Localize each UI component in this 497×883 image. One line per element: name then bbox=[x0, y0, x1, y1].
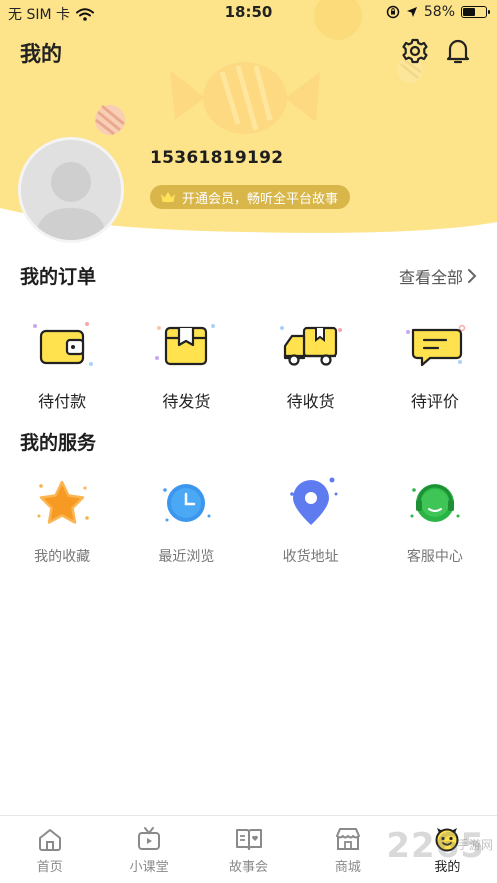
tab-stories-label: 故事会 bbox=[229, 860, 269, 875]
service-favorites[interactable]: 我的收藏 bbox=[0, 476, 124, 566]
shop-icon bbox=[335, 828, 360, 850]
crown-icon bbox=[161, 192, 175, 202]
vip-text: 开通会员，畅听全平台故事 bbox=[182, 191, 339, 207]
vip-membership-button[interactable]: 开通会员，畅听全平台故事 bbox=[150, 185, 351, 209]
bell-icon[interactable] bbox=[443, 36, 473, 66]
battery-icon bbox=[461, 6, 490, 18]
rotation-lock-icon bbox=[386, 5, 400, 19]
order-pending-review-label: 待评价 bbox=[410, 392, 459, 411]
services-grid: 我的收藏 最近浏览 收货地址 客服中心 bbox=[0, 476, 497, 566]
order-pending-review[interactable]: 待评价 bbox=[373, 318, 497, 412]
tab-home[interactable]: 首页 bbox=[0, 816, 99, 883]
tab-shop-label: 商城 bbox=[334, 860, 361, 875]
tab-mine-label: 我的 bbox=[434, 860, 461, 875]
location-pin-icon bbox=[289, 477, 338, 525]
page-title: 我的 bbox=[20, 42, 62, 66]
service-address[interactable]: 收货地址 bbox=[249, 476, 373, 566]
order-pending-shipment-label: 待发货 bbox=[162, 392, 211, 411]
star-icon bbox=[37, 480, 89, 524]
tab-classroom[interactable]: 小课堂 bbox=[99, 816, 198, 883]
order-pending-receipt[interactable]: 待收货 bbox=[249, 318, 373, 412]
tab-mine[interactable]: 我的 bbox=[398, 816, 497, 883]
view-all-label: 查看全部 bbox=[398, 268, 463, 287]
status-right: 58% bbox=[386, 4, 490, 20]
avatar[interactable] bbox=[18, 137, 124, 243]
order-pending-payment-label: 待付款 bbox=[38, 392, 87, 411]
clock-icon bbox=[163, 484, 211, 522]
tab-shop[interactable]: 商城 bbox=[298, 816, 397, 883]
comment-icon bbox=[405, 324, 466, 367]
battery-fill bbox=[463, 8, 475, 16]
services-section-title: 我的服务 bbox=[20, 432, 97, 454]
default-avatar-icon bbox=[21, 140, 121, 240]
view-all-orders-link[interactable]: 查看全部 bbox=[399, 264, 477, 288]
bottom-tab-bar: 首页 小课堂 故事会 商城 我的 bbox=[0, 815, 497, 883]
truck-icon bbox=[279, 326, 342, 366]
tv-icon bbox=[138, 827, 161, 850]
user-phone: 15361819192 bbox=[150, 148, 284, 168]
order-pending-shipment[interactable]: 待发货 bbox=[124, 318, 248, 412]
location-arrow-icon bbox=[406, 7, 417, 17]
tab-stories[interactable]: 故事会 bbox=[199, 816, 298, 883]
battery-percent: 58% bbox=[423, 4, 455, 20]
tab-home-label: 首页 bbox=[36, 860, 63, 875]
book-icon bbox=[235, 829, 262, 850]
chevron-right-icon bbox=[468, 269, 477, 283]
orders-section-title: 我的订单 bbox=[20, 266, 97, 288]
service-recent[interactable]: 最近浏览 bbox=[124, 476, 248, 566]
headset-icon bbox=[410, 484, 460, 522]
service-customer-support-label: 客服中心 bbox=[406, 549, 463, 565]
service-address-label: 收货地址 bbox=[282, 549, 339, 565]
order-pending-receipt-label: 待收货 bbox=[286, 392, 335, 411]
service-favorites-label: 我的收藏 bbox=[34, 549, 91, 565]
profile-face-icon bbox=[435, 828, 459, 852]
wallet-icon bbox=[33, 322, 94, 366]
service-customer-support[interactable]: 客服中心 bbox=[373, 476, 497, 566]
status-bar: 无 SIM 卡 18:50 58% bbox=[0, 0, 497, 26]
home-icon bbox=[38, 829, 61, 851]
package-icon bbox=[155, 324, 216, 366]
order-pending-payment[interactable]: 待付款 bbox=[0, 318, 124, 412]
gear-icon[interactable] bbox=[400, 36, 430, 66]
service-recent-label: 最近浏览 bbox=[158, 549, 215, 565]
orders-grid: 待付款 待发货 待收货 待评价 bbox=[0, 318, 497, 412]
tab-classroom-label: 小课堂 bbox=[129, 860, 169, 875]
